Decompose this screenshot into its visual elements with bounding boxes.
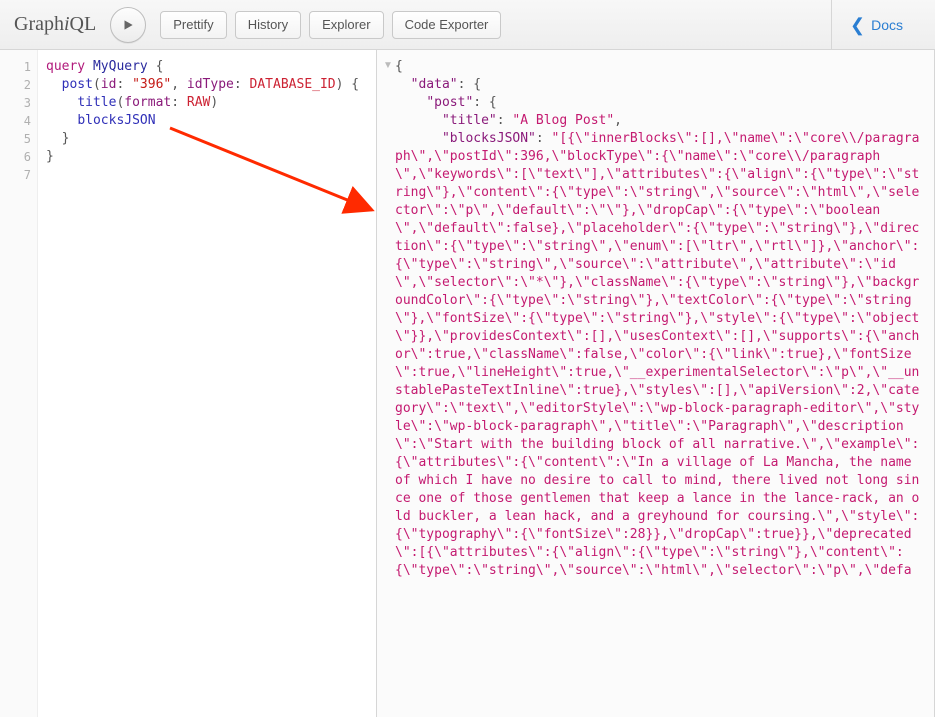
line-number: 4 [0, 112, 31, 130]
logo-post: QL [70, 13, 97, 35]
play-icon [121, 18, 135, 32]
fold-icon[interactable]: ▼ [383, 60, 393, 71]
query-pane: 1 2 3 4 5 6 7 query MyQuery { post(id: "… [0, 50, 377, 717]
execute-button[interactable] [110, 7, 146, 43]
docs-toggle[interactable]: ❮ Docs [831, 0, 921, 49]
query-code[interactable]: query MyQuery { post(id: "396", idType: … [38, 50, 376, 717]
logo-pre: Graph [14, 13, 64, 35]
explorer-button[interactable]: Explorer [309, 11, 383, 39]
result-pane: ▼ { "data": { "post": { "title": "A Blog… [377, 50, 935, 717]
line-gutter: 1 2 3 4 5 6 7 [0, 50, 38, 717]
editor-panes: 1 2 3 4 5 6 7 query MyQuery { post(id: "… [0, 50, 935, 717]
line-number: 6 [0, 148, 31, 166]
result-viewer[interactable]: { "data": { "post": { "title": "A Blog P… [377, 50, 934, 580]
query-editor[interactable]: 1 2 3 4 5 6 7 query MyQuery { post(id: "… [0, 50, 376, 717]
line-number: 7 [0, 166, 31, 184]
docs-label: Docs [871, 17, 903, 33]
toolbar: GraphiQL Prettify History Explorer Code … [0, 0, 935, 50]
history-button[interactable]: History [235, 11, 301, 39]
code-exporter-button[interactable]: Code Exporter [392, 11, 502, 39]
chevron-left-icon: ❮ [850, 16, 865, 34]
line-number: 1 [0, 58, 31, 76]
line-number: 2 [0, 76, 31, 94]
line-number: 3 [0, 94, 31, 112]
line-number: 5 [0, 130, 31, 148]
prettify-button[interactable]: Prettify [160, 11, 226, 39]
app-logo: GraphiQL [14, 13, 96, 36]
